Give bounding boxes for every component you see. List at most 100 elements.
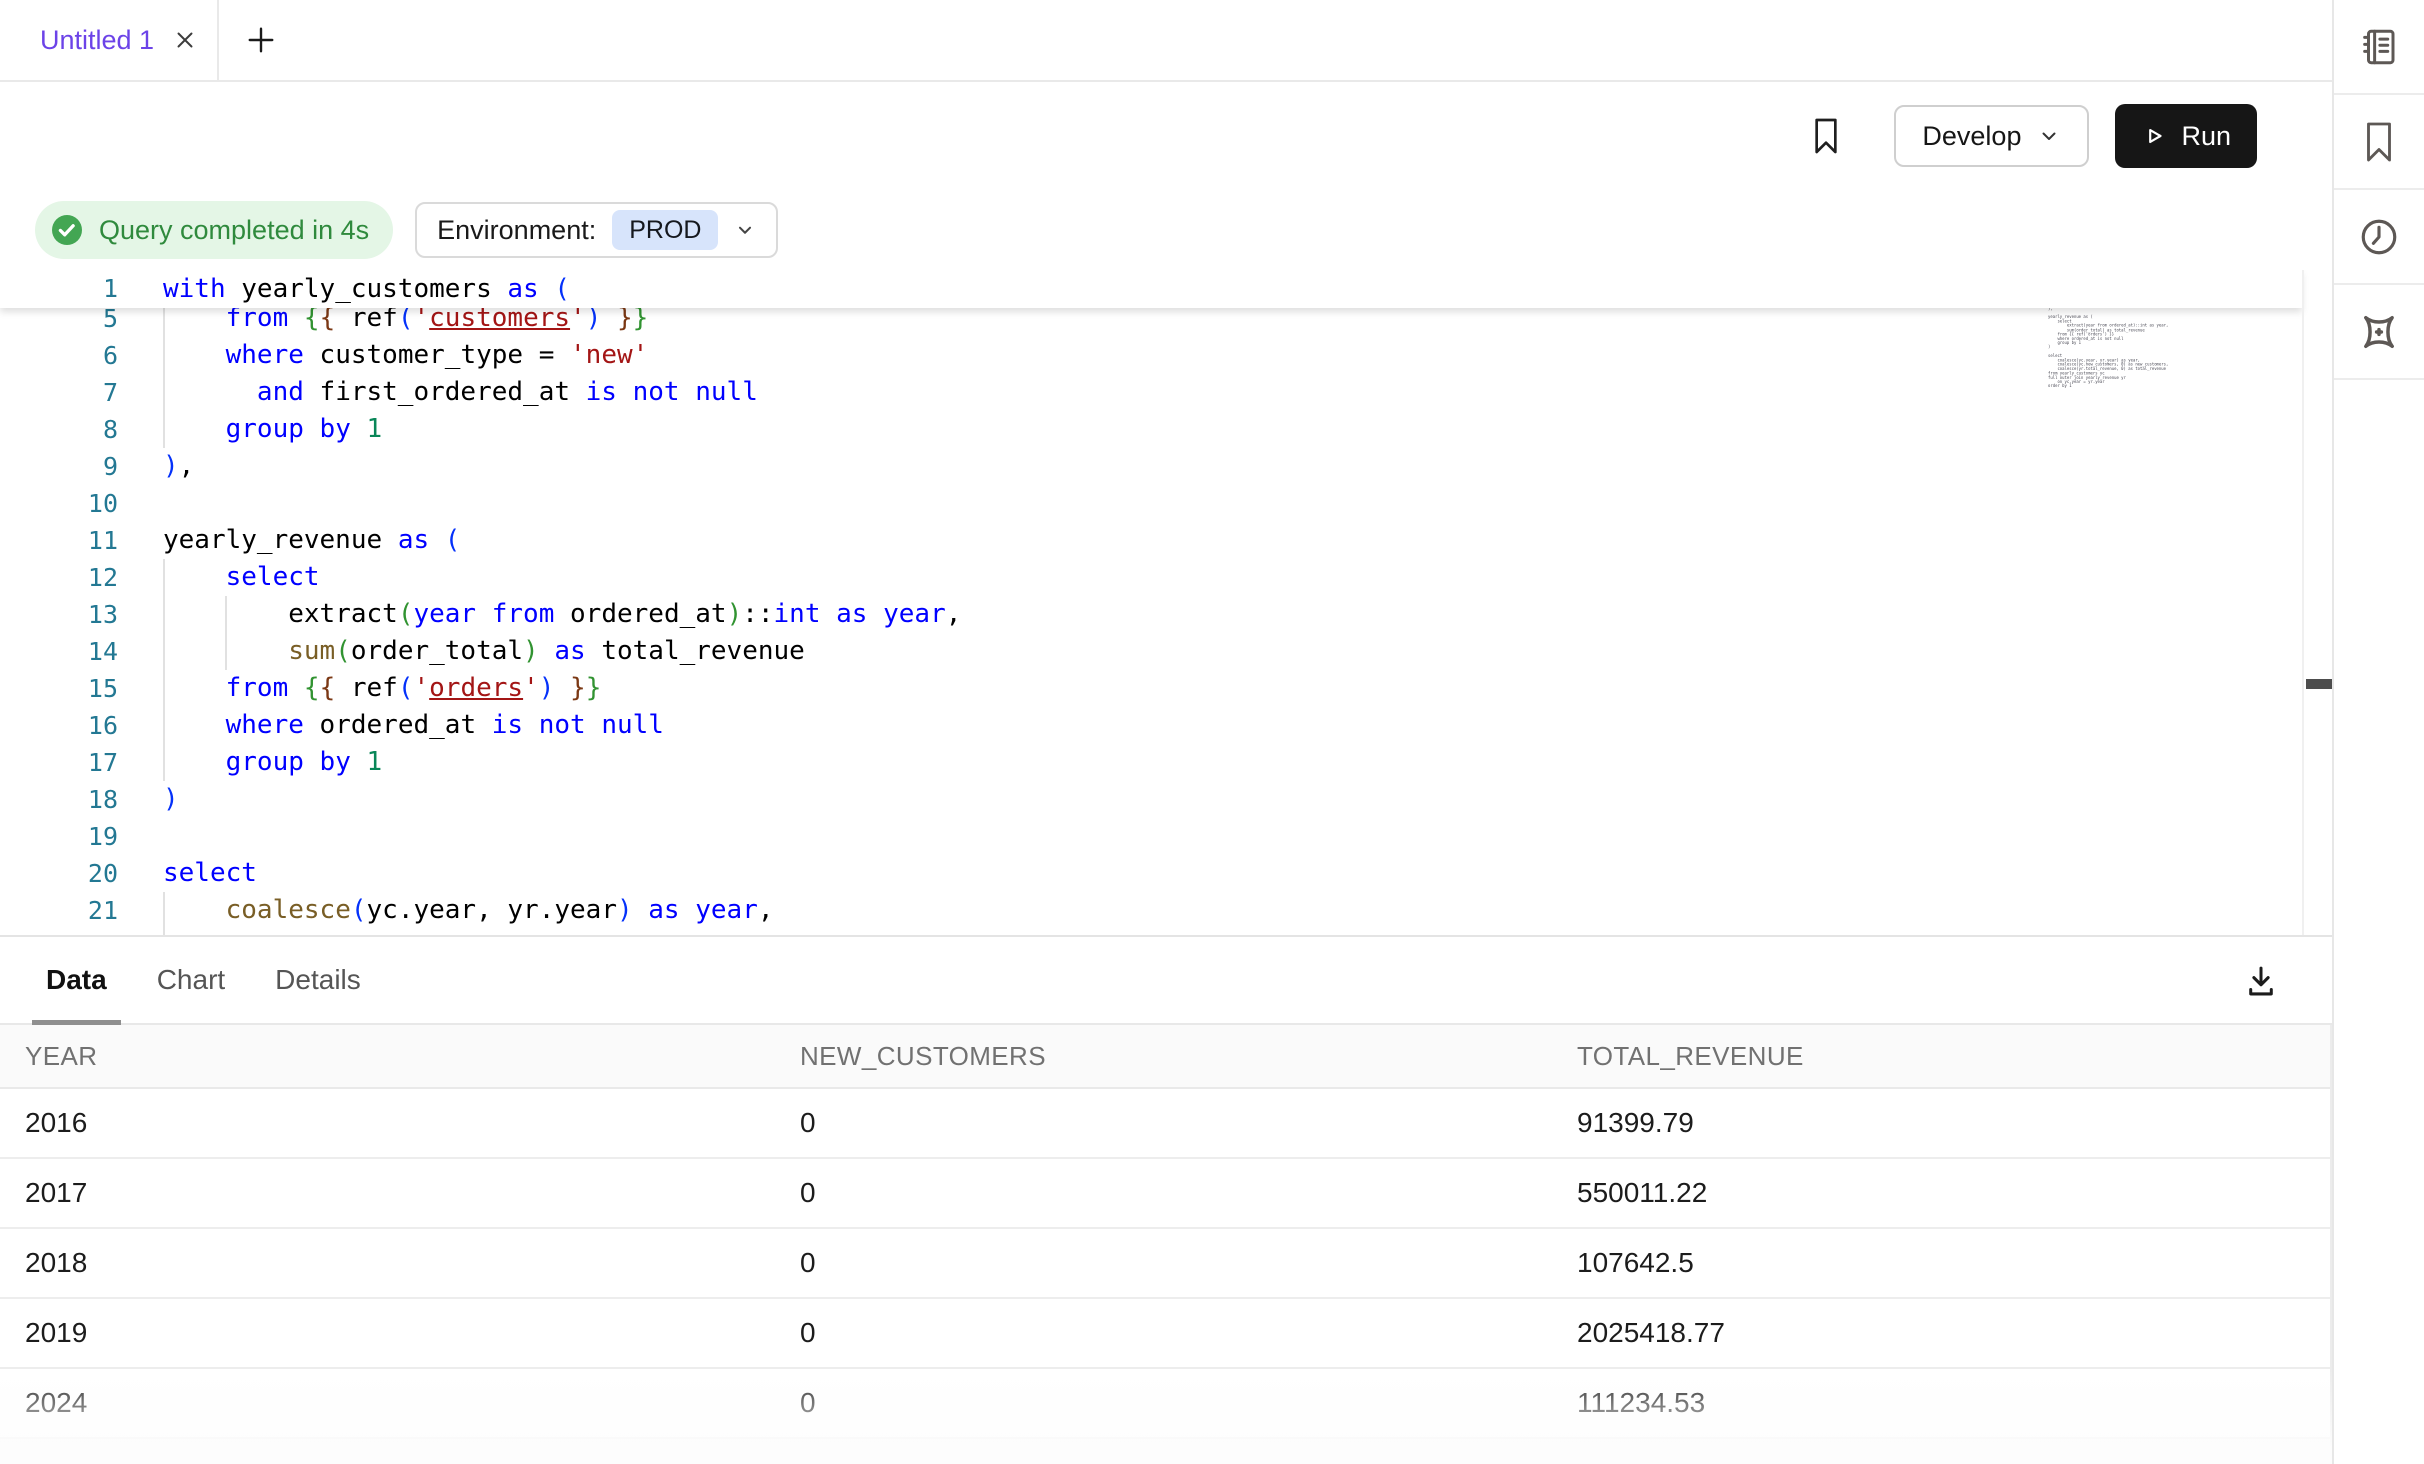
close-icon[interactable] [172, 27, 198, 53]
code-line-content: from {{ ref('orders') }} [118, 670, 601, 707]
run-button[interactable]: Run [2115, 104, 2257, 168]
sticky-scroll-line[interactable]: 1 with yearly_customers as ( [0, 270, 2302, 308]
code-line[interactable]: 12 select [0, 559, 2332, 596]
play-icon [2141, 123, 2167, 149]
code-line[interactable]: 16 where ordered_at is not null [0, 707, 2332, 744]
code-line[interactable]: 8 group by 1 [0, 411, 2332, 448]
line-number: 15 [0, 670, 118, 707]
table-cell: 2018 [0, 1247, 775, 1279]
code-line-content [118, 485, 163, 522]
table-cell: 0 [775, 1317, 1552, 1349]
line-number: 9 [0, 448, 118, 485]
indent-guide [163, 300, 165, 448]
results-tab-chart[interactable]: Chart [157, 937, 225, 1023]
table-cell: 0 [775, 1247, 1552, 1279]
code-line-content: sum(order_total) as total_revenue [118, 633, 805, 670]
results-tab-data[interactable]: Data [46, 937, 107, 1023]
table-cell: 2025418.77 [1552, 1317, 2332, 1349]
table-right-border [2330, 1025, 2332, 1464]
line-number: 6 [0, 337, 118, 374]
code-line-content: ) [118, 781, 179, 818]
table-bottom-strip [0, 1439, 2332, 1464]
code-line[interactable]: 13 extract(year from ordered_at)::int as… [0, 596, 2332, 633]
indent-guide [163, 559, 165, 781]
bookmark-icon[interactable] [1810, 117, 1842, 155]
line-number: 20 [0, 855, 118, 892]
line-number: 1 [0, 270, 118, 308]
code-line[interactable]: 11yearly_revenue as ( [0, 522, 2332, 559]
tab-label: Untitled 1 [40, 25, 154, 56]
table-cell: 107642.5 [1552, 1247, 2332, 1279]
tab-bar: Untitled 1 [0, 0, 2332, 82]
table-row[interactable]: 20240111234.53 [0, 1369, 2332, 1439]
table-cell: 0 [775, 1387, 1552, 1419]
code-line[interactable]: 15 from {{ ref('orders') }} [0, 670, 2332, 707]
tab-untitled-1[interactable]: Untitled 1 [0, 0, 219, 80]
table-cell: 2019 [0, 1317, 775, 1349]
develop-label: Develop [1922, 121, 2021, 152]
table-cell: 91399.79 [1552, 1107, 2332, 1139]
table-cell: 2016 [0, 1107, 775, 1139]
column-header: NEW_CUSTOMERS [775, 1041, 1552, 1072]
code-line-content: where customer_type = 'new' [118, 337, 648, 374]
code-line-content: coalesce(yc.new_customers, 0) as new_cus… [118, 929, 961, 937]
code-line[interactable]: 17 group by 1 [0, 744, 2332, 781]
query-status-text: Query completed in 4s [99, 215, 369, 246]
table-row[interactable]: 201902025418.77 [0, 1299, 2332, 1369]
code-line[interactable]: 14 sum(order_total) as total_revenue [0, 633, 2332, 670]
status-row: Query completed in 4s Environment: PROD [0, 190, 2332, 270]
sidebar-button-bookmark[interactable] [2334, 95, 2424, 190]
line-number: 18 [0, 781, 118, 818]
line-number: 11 [0, 522, 118, 559]
code-line[interactable]: 21 coalesce(yc.year, yr.year) as year, [0, 892, 2332, 929]
new-tab-button[interactable] [243, 0, 279, 80]
code-line-content: select [118, 855, 257, 892]
code-line-content: group by 1 [118, 411, 382, 448]
table-cell: 550011.22 [1552, 1177, 2332, 1209]
code-line[interactable]: 10 [0, 485, 2332, 522]
line-number: 14 [0, 633, 118, 670]
code-line[interactable]: 22 coalesce(yc.new_customers, 0) as new_… [0, 929, 2332, 937]
sidebar-button-lineage[interactable] [2334, 285, 2424, 380]
code-lines[interactable]: 5 from {{ ref('customers') }}6 where cus… [0, 300, 2332, 937]
environment-value-chip: PROD [612, 210, 718, 250]
line-number: 22 [0, 929, 118, 937]
history-icon [2358, 216, 2400, 258]
table-cell: 0 [775, 1107, 1552, 1139]
chevron-down-icon [734, 219, 756, 241]
column-header: YEAR [0, 1041, 775, 1072]
results-tab-details[interactable]: Details [275, 937, 361, 1023]
code-line[interactable]: 18) [0, 781, 2332, 818]
code-line-content: coalesce(yc.year, yr.year) as year, [118, 892, 774, 929]
code-line-content [118, 818, 163, 855]
line-number: 8 [0, 411, 118, 448]
table-header-row: YEARNEW_CUSTOMERSTOTAL_REVENUE [0, 1025, 2332, 1089]
line-number: 7 [0, 374, 118, 411]
sidebar-button-notebook[interactable] [2334, 0, 2424, 95]
code-line[interactable]: 7 and first_ordered_at is not null [0, 374, 2332, 411]
download-icon[interactable] [2242, 961, 2280, 999]
main-panel: Untitled 1 Develop Run Query completed i… [0, 0, 2332, 1464]
code-line[interactable]: 20select [0, 855, 2332, 892]
sql-editor[interactable]: 5 from {{ ref('customers') }}6 where cus… [0, 270, 2332, 937]
table-cell: 2024 [0, 1387, 775, 1419]
table-row[interactable]: 2016091399.79 [0, 1089, 2332, 1159]
overview-ruler[interactable] [2302, 270, 2332, 935]
table-cell: 2017 [0, 1177, 775, 1209]
code-line[interactable]: 9), [0, 448, 2332, 485]
table-row[interactable]: 20170550011.22 [0, 1159, 2332, 1229]
bookmark-icon [2360, 121, 2398, 163]
overview-ruler-cursor-marker [2306, 679, 2332, 689]
check-circle-icon [49, 212, 85, 248]
sidebar-button-history[interactable] [2334, 190, 2424, 285]
code-line-content: select [118, 559, 320, 596]
code-line[interactable]: 19 [0, 818, 2332, 855]
chevron-down-icon [2037, 124, 2061, 148]
code-line[interactable]: 6 where customer_type = 'new' [0, 337, 2332, 374]
results-tab-bar: Data Chart Details [0, 937, 2332, 1025]
table-row[interactable]: 20180107642.5 [0, 1229, 2332, 1299]
develop-dropdown[interactable]: Develop [1894, 105, 2089, 167]
table-body: 2016091399.7920170550011.2220180107642.5… [0, 1089, 2332, 1439]
line-number: 12 [0, 559, 118, 596]
environment-selector[interactable]: Environment: PROD [415, 202, 778, 258]
